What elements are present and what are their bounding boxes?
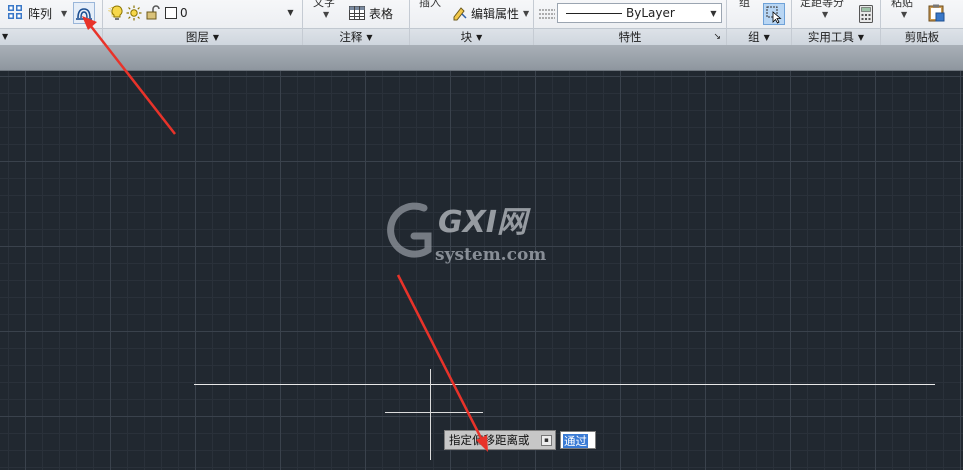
linetype-value: ByLayer <box>626 6 675 20</box>
offset-button[interactable] <box>73 2 95 24</box>
linetype-combobox[interactable]: ByLayer ▼ <box>557 3 722 23</box>
watermark-domain: system.com <box>435 245 546 265</box>
crosshair-vertical <box>430 369 431 460</box>
file-tab-bar <box>0 45 963 71</box>
crosshair-horizontal <box>385 412 483 413</box>
measure-button-label[interactable]: 定距等分 <box>800 0 844 10</box>
light-bulb-icon[interactable] <box>111 5 123 21</box>
layers-panel-title[interactable]: 图层 ▼ <box>103 28 302 45</box>
group-panel: 组 组 ▼ <box>727 0 792 45</box>
edit-attributes-label[interactable]: 编辑属性 <box>471 5 519 22</box>
table-icon[interactable] <box>349 6 365 20</box>
edit-attributes-icon[interactable] <box>452 5 468 21</box>
dialog-launcher-icon[interactable]: ↘ <box>713 29 721 45</box>
group-panel-title[interactable]: 组 ▼ <box>727 28 791 45</box>
linetype-icon[interactable] <box>539 8 555 20</box>
unlock-icon[interactable] <box>145 5 161 21</box>
calculator-icon[interactable] <box>859 5 873 23</box>
prompt-options-icon[interactable]: ▪ <box>541 435 552 446</box>
group-select-button[interactable] <box>763 3 785 25</box>
watermark-brand: GXI网 <box>438 205 531 240</box>
array-dropdown-icon[interactable]: ▼ <box>61 9 67 18</box>
linetype-dropdown-arrow[interactable]: ▼ <box>706 4 721 22</box>
table-button-label[interactable]: 表格 <box>369 5 393 22</box>
ribbon: 阵列 ▼ ▼ 💡︎ 0 ▼ 图层▼ 文字 ▼ 表格 注释▼ <box>0 0 963 45</box>
dynamic-input-value: 通过 <box>563 434 588 448</box>
current-layer-value: 0 <box>180 6 188 20</box>
utilities-panel: 定距等分 ▼ 实用工具 ▼ <box>792 0 881 45</box>
dynamic-input-prompt: 指定偏移距离或 ▪ <box>444 430 556 450</box>
modify-panel: 阵列 ▼ ▼ <box>0 0 103 45</box>
clipboard-panel-title[interactable]: 剪贴板 <box>881 28 963 45</box>
clipboard-panel: 粘贴 ▼ 剪贴板 <box>881 0 963 45</box>
layer-dropdown-arrow[interactable]: ▼ <box>283 3 298 21</box>
layers-panel: 💡︎ 0 ▼ 图层▼ <box>103 0 303 45</box>
block-panel-title[interactable]: 块 ▼ <box>410 28 533 45</box>
annotation-panel-title[interactable]: 注释 ▼ <box>303 28 409 45</box>
watermark-logo: GXI网 system.com <box>380 198 560 273</box>
utilities-panel-title[interactable]: 实用工具 ▼ <box>792 28 880 45</box>
array-icon[interactable] <box>7 4 25 22</box>
prompt-text: 指定偏移距离或 <box>449 433 530 447</box>
clipboard-icon[interactable] <box>928 4 946 22</box>
group-button-label[interactable]: 组 <box>739 0 750 10</box>
dynamic-input-field[interactable]: 通过 <box>560 431 596 449</box>
paste-button-label[interactable]: 粘贴 <box>891 0 913 10</box>
drawn-line-object[interactable] <box>194 384 935 385</box>
paste-dropdown-icon[interactable]: ▼ <box>901 10 907 19</box>
annotation-panel: 文字 ▼ 表格 注释 ▼ <box>303 0 410 45</box>
properties-panel: ByLayer ▼ 特性 ↘ <box>534 0 727 45</box>
measure-dropdown-icon[interactable]: ▼ <box>822 10 828 19</box>
sun-icon[interactable] <box>126 5 142 21</box>
modify-panel-title[interactable]: ▼ <box>0 28 102 45</box>
text-button-label[interactable]: 文字 <box>313 0 335 10</box>
properties-panel-title[interactable]: 特性 ↘ <box>534 28 726 45</box>
layer-combobox[interactable]: 0 ▼ <box>178 3 298 23</box>
layer-color-swatch[interactable] <box>165 7 177 19</box>
edit-attributes-dropdown-icon[interactable]: ▼ <box>523 9 529 18</box>
text-dropdown-icon[interactable]: ▼ <box>323 10 329 19</box>
block-panel: 插入 编辑属性 ▼ 块 ▼ <box>410 0 534 45</box>
array-button-label[interactable]: 阵列 <box>28 5 52 22</box>
linetype-preview-line <box>566 12 622 14</box>
insert-button-label[interactable]: 插入 <box>419 0 441 10</box>
